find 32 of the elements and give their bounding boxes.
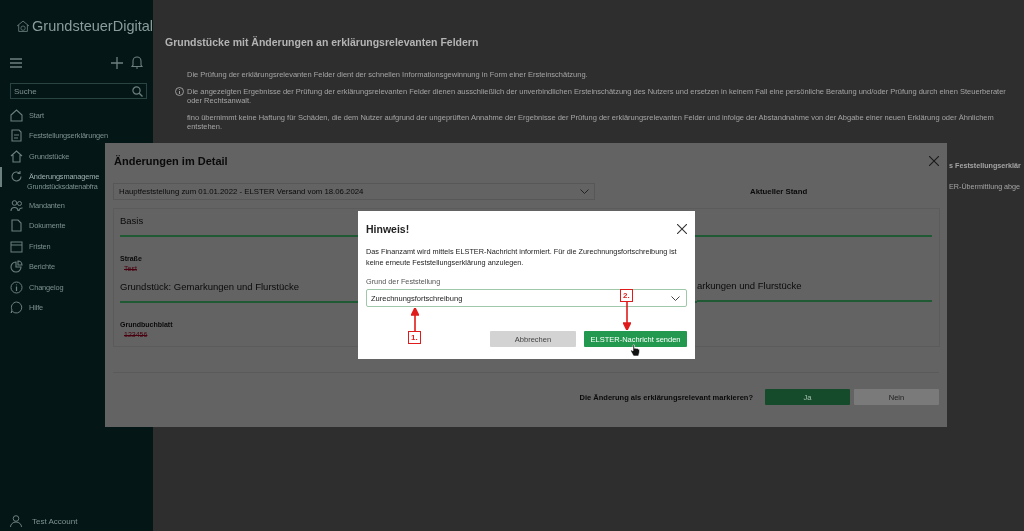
up-arrow: [411, 308, 419, 331]
info-icon: [175, 87, 184, 96]
down-arrow: [623, 302, 631, 330]
people-icon: [10, 198, 23, 212]
user-icon[interactable]: [10, 515, 22, 527]
home-icon: [10, 108, 23, 122]
document-icon: [10, 129, 23, 143]
house-icon: [10, 149, 23, 163]
dialog-title: Änderungen im Detail: [114, 155, 228, 167]
chevron-icon: [671, 295, 680, 301]
plus-icon[interactable]: [111, 56, 123, 69]
dialog-title: Hinweis!: [366, 223, 410, 235]
refresh-icon: [10, 170, 23, 184]
section-title: arkungen und Flurstücke: [697, 280, 802, 293]
close-icon[interactable]: [677, 224, 687, 234]
menu-icon[interactable]: [10, 57, 22, 68]
help-icon: [10, 301, 23, 315]
section-title: Grundstück: Gemarkungen und Flurstücke: [120, 281, 299, 294]
section-title: Basis: [120, 215, 144, 228]
page-title: Grundstücke mit Änderungen an erklärungsrelevanten Feldern: [165, 36, 480, 48]
account-name[interactable]: Test Account: [32, 516, 78, 526]
calendar-icon: [10, 239, 23, 253]
pie-icon: [10, 260, 23, 274]
step-label: 2.: [620, 289, 633, 302]
info-icon: [10, 280, 23, 294]
step-label: 1.: [408, 331, 421, 344]
search-icon[interactable]: [132, 85, 143, 97]
app-logo: GrundsteuerDigital: [32, 18, 153, 34]
bell-icon[interactable]: [131, 56, 143, 69]
file-icon: [10, 219, 23, 233]
chevron-icon: [580, 189, 589, 194]
search-field[interactable]: Suche: [10, 83, 147, 99]
